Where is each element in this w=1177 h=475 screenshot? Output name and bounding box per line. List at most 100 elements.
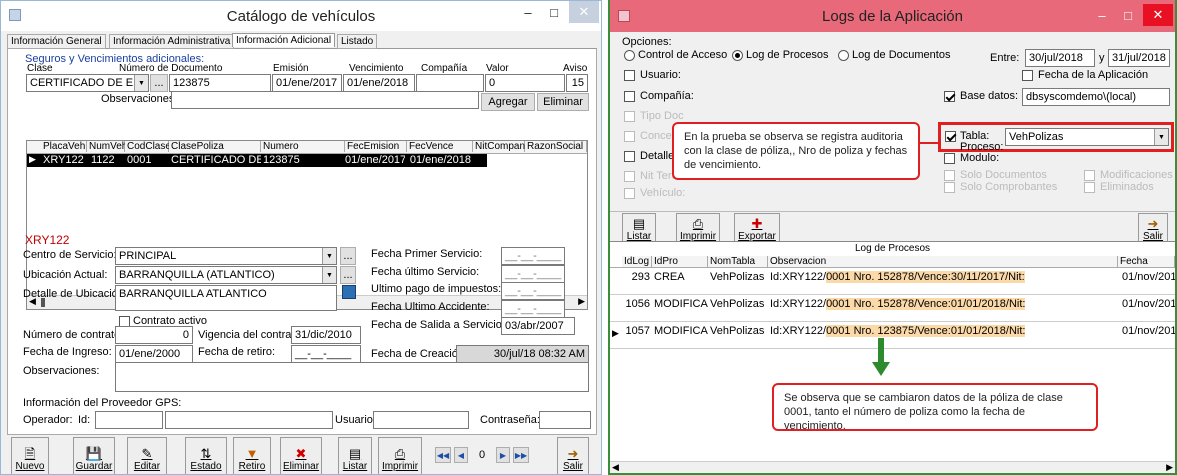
map-icon[interactable] xyxy=(342,285,356,299)
col-idpro[interactable]: IdPro xyxy=(652,256,708,267)
clase-select[interactable]: CERTIFICADO DE EMISI( ▼ xyxy=(26,74,149,92)
usuario-checkbox[interactable] xyxy=(624,70,635,81)
col-placaveh[interactable]: PlacaVeh xyxy=(41,141,87,152)
salir-button[interactable]: ➜ Salir xyxy=(557,437,589,474)
eliminar-poliza-button[interactable]: Eliminar xyxy=(537,93,589,111)
tab-listado[interactable]: Listado xyxy=(337,34,378,49)
col-codclase[interactable]: CodClase xyxy=(125,141,171,152)
col-numero[interactable]: Numero xyxy=(261,141,345,152)
record-position: 0 xyxy=(478,449,486,461)
minimize-icon[interactable]: – xyxy=(1089,4,1115,26)
col-nomtabla[interactable]: NomTabla xyxy=(708,256,768,267)
next-record-icon[interactable]: ▶ xyxy=(496,447,510,463)
gps-operador-input[interactable] xyxy=(165,411,333,429)
tabla-checkbox[interactable] xyxy=(945,131,956,142)
chevron-down-icon[interactable]: ▼ xyxy=(322,248,336,264)
modulo-checkbox[interactable] xyxy=(944,153,955,164)
col-fecha[interactable]: Fecha xyxy=(1118,256,1175,267)
col-nitcompania[interactable]: NitCompania xyxy=(473,141,533,152)
col-clasepoliza[interactable]: ClasePoliza xyxy=(169,141,261,152)
tab-informacion-administrativa[interactable]: Información Administrativa xyxy=(109,34,235,49)
col-razonsocial[interactable]: RazonSocial xyxy=(525,141,587,152)
date-from-input[interactable]: 30/jul/2018 xyxy=(1025,49,1095,67)
chevron-down-icon[interactable]: ▼ xyxy=(134,75,148,91)
prev-record-icon[interactable]: ◀ xyxy=(454,447,468,463)
first-record-icon[interactable]: ◀◀ xyxy=(435,447,451,463)
estado-button[interactable]: ⇅ Estado xyxy=(185,437,227,474)
obs-textarea[interactable] xyxy=(115,362,589,392)
scroll-right-icon[interactable]: ▶ xyxy=(1166,462,1173,473)
col-idlog[interactable]: IdLog xyxy=(622,256,652,267)
ubicacion-select[interactable]: BARRANQUILLA (ATLANTICO) ▼ xyxy=(115,266,337,284)
col-fecvence[interactable]: FecVence xyxy=(407,141,473,152)
table-row[interactable]: ▶ XRY122 1122 0001 CERTIFICADO DE EN 123… xyxy=(27,154,487,167)
base-datos-input[interactable]: dbsyscomdemo\(local) xyxy=(1022,88,1170,106)
compania-checkbox[interactable] xyxy=(624,91,635,102)
detalle-input[interactable]: BARRANQUILLA ATLANTICO xyxy=(115,285,337,311)
chevron-down-icon[interactable]: ▼ xyxy=(1154,129,1168,145)
table-row[interactable]: 1056 MODIFICA VehPolizas Id:XRY122/0001 … xyxy=(610,296,1175,322)
tabla-select[interactable]: VehPolizas ▼ xyxy=(1005,128,1169,146)
ingreso-input[interactable]: 01/ene/2000 xyxy=(115,345,193,363)
vigencia-input[interactable]: 31/dic/2010 xyxy=(291,326,361,344)
radio-control-acceso[interactable] xyxy=(624,50,635,61)
chevron-down-icon[interactable]: ▼ xyxy=(322,267,336,283)
salida-input[interactable]: 03/abr/2007 xyxy=(501,317,575,335)
last-record-icon[interactable]: ▶▶ xyxy=(513,447,529,463)
base-datos-checkbox[interactable] xyxy=(944,91,955,102)
gps-usuario-input[interactable] xyxy=(373,411,469,429)
cell-idpro: CREA xyxy=(654,271,685,283)
imprimir-button[interactable]: ⎙ Imprimir xyxy=(378,437,422,474)
table-row[interactable]: 293 CREA VehPolizas Id:XRY122/0001 Nro. … xyxy=(610,269,1175,295)
maximize-icon[interactable]: □ xyxy=(1115,4,1141,26)
fecha-aplicacion-checkbox[interactable] xyxy=(1022,70,1033,81)
col-fecemision[interactable]: FecEmision xyxy=(345,141,407,152)
scroll-right-icon[interactable]: ▶ xyxy=(578,296,585,307)
clase-lookup-button[interactable]: ... xyxy=(150,74,168,92)
vencimiento-input[interactable]: 01/ene/2018 xyxy=(343,74,415,92)
radio-log-documentos[interactable] xyxy=(838,50,849,61)
valor-input[interactable]: 0 xyxy=(485,74,565,92)
primer-servicio-input[interactable]: __-__-____ xyxy=(501,247,565,265)
gps-contrasena-input[interactable] xyxy=(539,411,591,429)
cell-idpro: MODIFICA xyxy=(654,325,708,337)
date-to-input[interactable]: 31/jul/2018 xyxy=(1108,49,1170,67)
retiro-input[interactable]: __-__-____ xyxy=(291,345,361,363)
ultimo-accidente-input[interactable]: __-__-____ xyxy=(501,300,565,318)
observaciones-input[interactable] xyxy=(171,91,479,109)
close-icon[interactable]: ✕ xyxy=(1143,4,1173,26)
emision-input[interactable]: 01/ene/2017 xyxy=(272,74,342,92)
retiro-label: Fecha de retiro: xyxy=(198,346,276,358)
agregar-button[interactable]: Agregar xyxy=(481,93,535,111)
compania-input[interactable] xyxy=(416,74,484,92)
numero-input[interactable]: 123875 xyxy=(169,74,271,92)
guardar-button[interactable]: 💾 Guardar xyxy=(73,437,115,474)
num-contrato-input[interactable]: 0 xyxy=(115,326,193,344)
retiro-button[interactable]: ▼ Retiro xyxy=(233,437,271,474)
listar-button[interactable]: ▤ Listar xyxy=(338,437,372,474)
col-numveh[interactable]: NumVeh xyxy=(87,141,127,152)
minimize-icon[interactable]: – xyxy=(515,1,541,23)
ubicacion-lookup-button[interactable]: ... xyxy=(340,266,356,284)
tab-informacion-general[interactable]: Información General xyxy=(7,34,106,49)
centro-select[interactable]: PRINCIPAL ▼ xyxy=(115,247,337,265)
radio-log-procesos[interactable] xyxy=(732,50,743,61)
table-row[interactable]: ▶ 1057 MODIFICA VehPolizas Id:XRY122/000… xyxy=(610,323,1175,349)
logs-window: Logs de la Aplicación – □ ✕ Opciones: Co… xyxy=(608,0,1177,475)
editar-button[interactable]: ✎ Editar xyxy=(127,437,167,474)
detalles-checkbox[interactable] xyxy=(624,151,635,162)
ultimo-pago-input[interactable]: __-__-____ xyxy=(501,282,565,300)
horizontal-scrollbar[interactable]: ◀ ▶ xyxy=(610,461,1175,473)
maximize-icon[interactable]: □ xyxy=(541,1,567,23)
scroll-left-icon[interactable]: ◀ xyxy=(612,462,619,473)
col-observacion[interactable]: Observacion xyxy=(768,256,1118,267)
gps-id-input[interactable] xyxy=(95,411,163,429)
cell-observacion: Id:XRY122/0001 Nro. 152878/Vence:30/11/2… xyxy=(770,271,1025,283)
tab-informacion-adicional[interactable]: Información Adicional xyxy=(232,33,336,47)
nuevo-button[interactable]: 🗎 Nuevo xyxy=(11,437,49,474)
centro-lookup-button[interactable]: ... xyxy=(340,247,356,265)
close-icon[interactable]: ✕ xyxy=(569,1,599,23)
ultimo-servicio-input[interactable]: __-__-____ xyxy=(501,265,565,283)
aviso-input[interactable]: 15 xyxy=(566,74,588,92)
eliminar-button[interactable]: ✖ Eliminar xyxy=(280,437,322,474)
